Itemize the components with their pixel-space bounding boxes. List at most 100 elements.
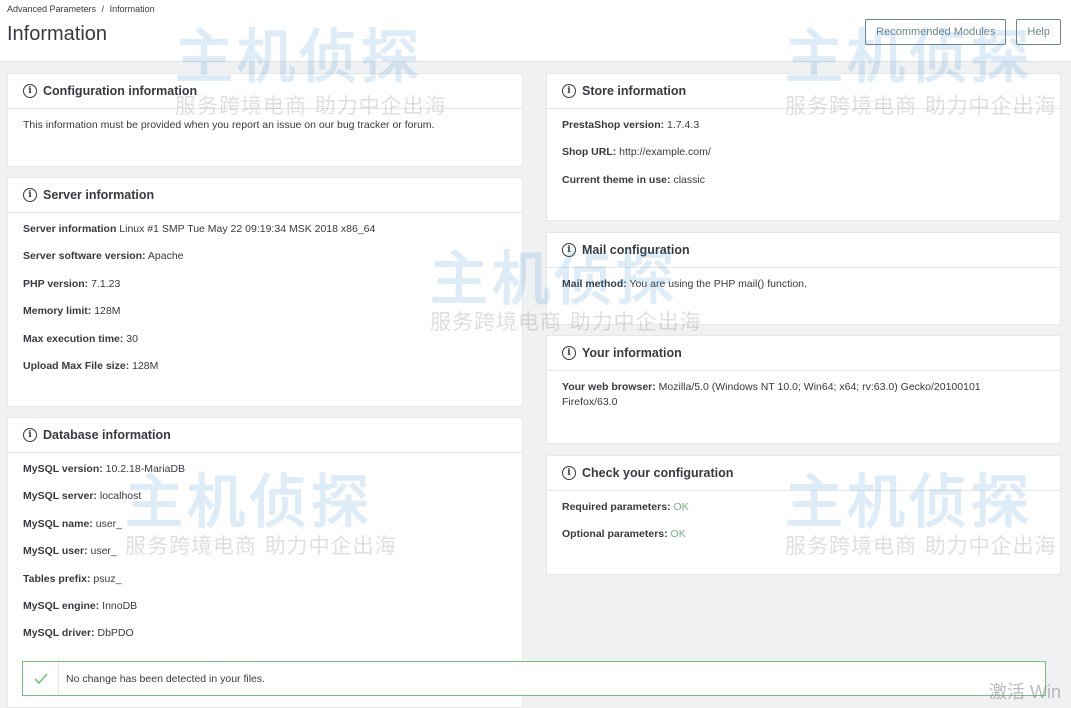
panel-heading: i Mail configuration <box>547 233 1060 268</box>
panel-title: Server information <box>43 188 155 202</box>
info-row: MySQL version: 10.2.18-MariaDB <box>23 462 507 476</box>
status-ok: OK <box>670 528 686 541</box>
check-icon <box>23 662 59 695</box>
info-row: PrestaShop version: 1.7.4.3 <box>562 118 1045 132</box>
panel-title: Your information <box>582 346 682 360</box>
info-label: MySQL engine: <box>23 599 100 612</box>
info-row: MySQL engine: InnoDB <box>23 599 507 613</box>
info-icon: i <box>562 84 576 98</box>
info-value: http://example.com/ <box>619 146 711 159</box>
panel-heading: i Configuration information <box>8 74 522 109</box>
configuration-note: This information must be provided when y… <box>23 119 435 131</box>
check-configuration-panel: i Check your configuration Required para… <box>546 455 1061 575</box>
info-icon: i <box>23 84 37 98</box>
info-label: Optional parameters: <box>562 528 668 541</box>
info-row: Mail method: You are using the PHP mail(… <box>562 277 1045 291</box>
panel-body: This information must be provided when y… <box>8 109 522 132</box>
info-label: Shop URL: <box>562 146 617 159</box>
panel-heading: i Server information <box>8 178 522 213</box>
info-row: Tables prefix: psuz_ <box>23 572 507 586</box>
info-label: MySQL version: <box>23 463 103 475</box>
info-row: Server information Linux #1 SMP Tue May … <box>23 222 507 236</box>
info-label: Memory limit: <box>23 305 92 318</box>
panel-title: Check your configuration <box>582 466 734 480</box>
info-label: Current theme in use: <box>562 173 671 186</box>
info-icon: i <box>23 428 37 442</box>
panel-heading: i Database information <box>8 418 522 453</box>
info-label: Max execution time: <box>23 332 124 345</box>
info-value: psuz_ <box>93 572 122 585</box>
info-value: 7.1.23 <box>91 277 121 290</box>
store-information-panel: i Store information PrestaShop version: … <box>546 73 1061 221</box>
page-header: Advanced Parameters / Information Inform… <box>0 0 1071 62</box>
info-label: MySQL name: <box>23 517 93 530</box>
info-value: localhost <box>99 490 142 503</box>
breadcrumb-item-information: Information <box>109 4 155 14</box>
info-label: Mail method: <box>562 278 627 290</box>
info-row: Required parameters: OK <box>562 500 1045 514</box>
info-row: PHP version: 7.1.23 <box>23 277 507 291</box>
info-value: 30 <box>126 332 138 345</box>
info-label: MySQL server: <box>23 490 97 503</box>
info-row: Shop URL: http://example.com/ <box>562 145 1045 159</box>
breadcrumb-item-advanced-parameters[interactable]: Advanced Parameters <box>7 4 96 14</box>
panel-body: PrestaShop version: 1.7.4.3 Shop URL: ht… <box>547 109 1060 187</box>
info-label: PrestaShop version: <box>562 119 665 131</box>
info-row: MySQL name: user_ <box>23 517 507 531</box>
status-ok: OK <box>673 501 689 513</box>
info-value: classic <box>673 173 705 186</box>
mail-configuration-panel: i Mail configuration Mail method: You ar… <box>546 232 1061 325</box>
panel-body: Required parameters: OK Optional paramet… <box>547 491 1060 541</box>
info-row: Max execution time: 30 <box>23 332 507 346</box>
panel-title: Configuration information <box>43 84 198 98</box>
breadcrumb-separator: / <box>101 4 105 14</box>
alert-message: No change has been detected in your file… <box>66 672 266 685</box>
info-value: 10.2.18-MariaDB <box>105 463 186 475</box>
info-label: Your web browser: <box>562 381 656 393</box>
info-row: MySQL user: user_ <box>23 544 507 558</box>
panel-body: Your web browser: Mozilla/5.0 (Windows N… <box>547 371 1060 410</box>
info-value: You are using the PHP mail() function. <box>629 278 807 290</box>
info-value: 1.7.4.3 <box>667 119 700 131</box>
panel-body: MySQL version: 10.2.18-MariaDB MySQL ser… <box>8 453 522 640</box>
info-value: 128M <box>132 359 159 372</box>
info-label: Server software version: <box>23 250 146 263</box>
info-icon: i <box>562 346 576 360</box>
help-button[interactable]: Help <box>1016 19 1061 45</box>
info-label: Server information <box>23 223 117 235</box>
panel-title: Database information <box>43 428 171 442</box>
info-label: MySQL driver: <box>23 627 95 640</box>
windows-activation-overlay: 激活 Win <box>989 682 1061 702</box>
info-value: 128M <box>94 305 121 318</box>
info-label: MySQL user: <box>23 545 88 558</box>
panel-body: Server information Linux #1 SMP Tue May … <box>8 213 522 373</box>
info-icon: i <box>562 466 576 480</box>
info-row: MySQL driver: DbPDO <box>23 626 507 640</box>
info-label: Required parameters: <box>562 501 671 513</box>
info-icon: i <box>562 243 576 257</box>
info-value: Apache <box>147 250 184 263</box>
info-icon: i <box>23 188 37 202</box>
info-row: Your web browser: Mozilla/5.0 (Windows N… <box>562 380 1002 410</box>
info-value: user_ <box>90 545 117 558</box>
info-row: MySQL server: localhost <box>23 489 507 503</box>
info-row: Memory limit: 128M <box>23 304 507 318</box>
panel-heading: i Store information <box>547 74 1060 109</box>
info-label: Upload Max File size: <box>23 359 130 372</box>
your-information-panel: i Your information Your web browser: Moz… <box>546 335 1061 444</box>
info-row: Optional parameters: OK <box>562 527 1045 541</box>
success-alert: No change has been detected in your file… <box>22 661 1046 696</box>
recommended-modules-button[interactable]: Recommended Modules <box>865 19 1007 45</box>
configuration-information-panel: i Configuration information This informa… <box>7 73 523 167</box>
info-label: Tables prefix: <box>23 572 91 585</box>
server-information-panel: i Server information Server information … <box>7 177 523 407</box>
info-value: InnoDB <box>102 599 138 612</box>
panel-body: Mail method: You are using the PHP mail(… <box>547 268 1060 291</box>
info-label: PHP version: <box>23 277 89 290</box>
info-row: Current theme in use: classic <box>562 173 1045 187</box>
info-value: user_ <box>95 517 123 530</box>
panel-heading: i Your information <box>547 336 1060 371</box>
panel-title: Mail configuration <box>582 243 690 257</box>
breadcrumb: Advanced Parameters / Information <box>7 4 158 14</box>
panel-heading: i Check your configuration <box>547 456 1060 491</box>
